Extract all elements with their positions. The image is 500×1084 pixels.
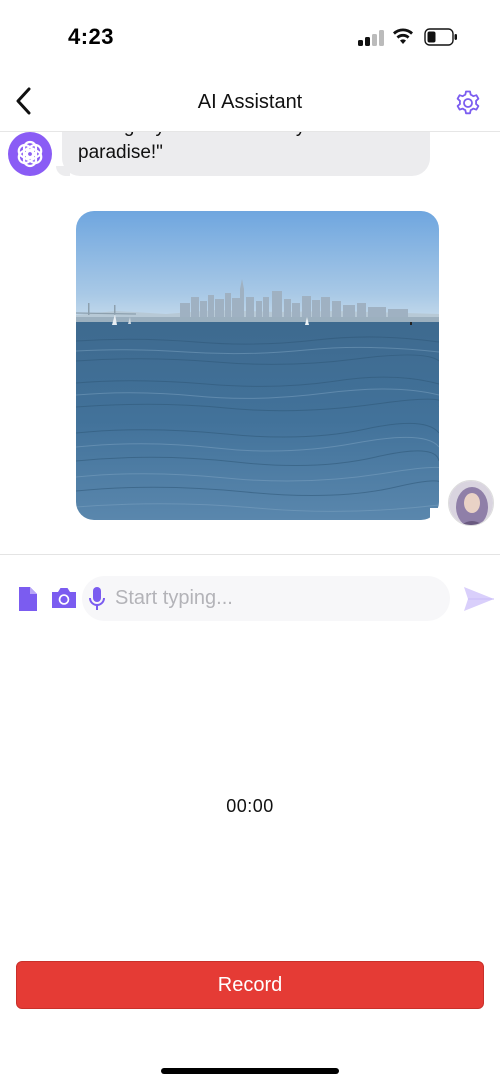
status-bar: 4:23: [0, 0, 500, 70]
microphone-icon[interactable]: [87, 585, 107, 613]
gear-icon[interactable]: [454, 89, 482, 117]
skyline-photo: [76, 211, 439, 520]
input-placeholder: Start typing...: [115, 587, 233, 609]
home-indicator: [161, 1068, 339, 1074]
record-button[interactable]: Record: [16, 961, 484, 1009]
user-avatar: [448, 480, 494, 526]
chat-thread[interactable]: "Living my best life with my little one …: [0, 132, 500, 554]
assistant-message-text: "Living my best life with my little one …: [78, 132, 402, 163]
photo-message[interactable]: [76, 211, 439, 520]
wifi-icon: [393, 28, 413, 44]
message-composer: Start typing...: [0, 576, 500, 622]
assistant-avatar: [8, 132, 52, 176]
page-title: AI Assistant: [197, 91, 303, 113]
battery-icon: [424, 28, 457, 46]
send-icon[interactable]: [462, 584, 496, 614]
cellular-signal-icon: [358, 30, 384, 46]
navigation-bar: AI Assistant: [0, 70, 500, 132]
camera-icon[interactable]: [49, 585, 79, 611]
user-photo: [449, 481, 493, 525]
assistant-message-bubble: "Living my best life with my little one …: [62, 132, 430, 176]
recording-timer: 00:00: [226, 796, 274, 816]
status-time: 4:23: [68, 24, 115, 49]
bubble-tail: [430, 508, 446, 520]
assistant-logo-icon: [17, 140, 43, 168]
document-icon[interactable]: [16, 584, 40, 614]
divider: [0, 554, 500, 555]
